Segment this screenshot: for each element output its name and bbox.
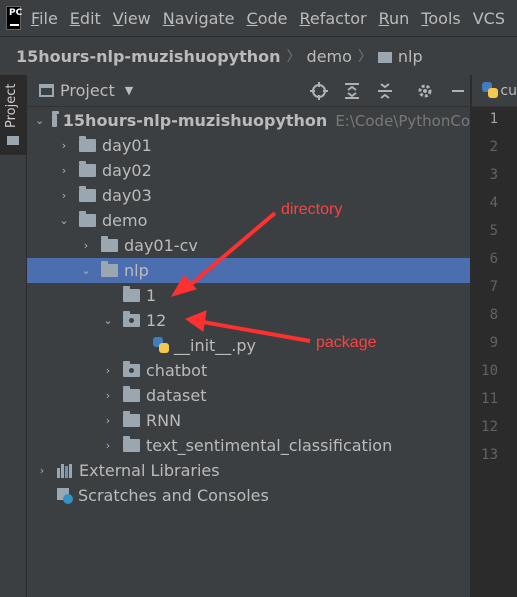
package-arrow [184, 310, 311, 343]
directory-arrow [170, 211, 277, 297]
annotation-package: package [316, 334, 377, 351]
annotation-directory: directory [281, 201, 343, 218]
annotation-arrows [170, 211, 311, 343]
